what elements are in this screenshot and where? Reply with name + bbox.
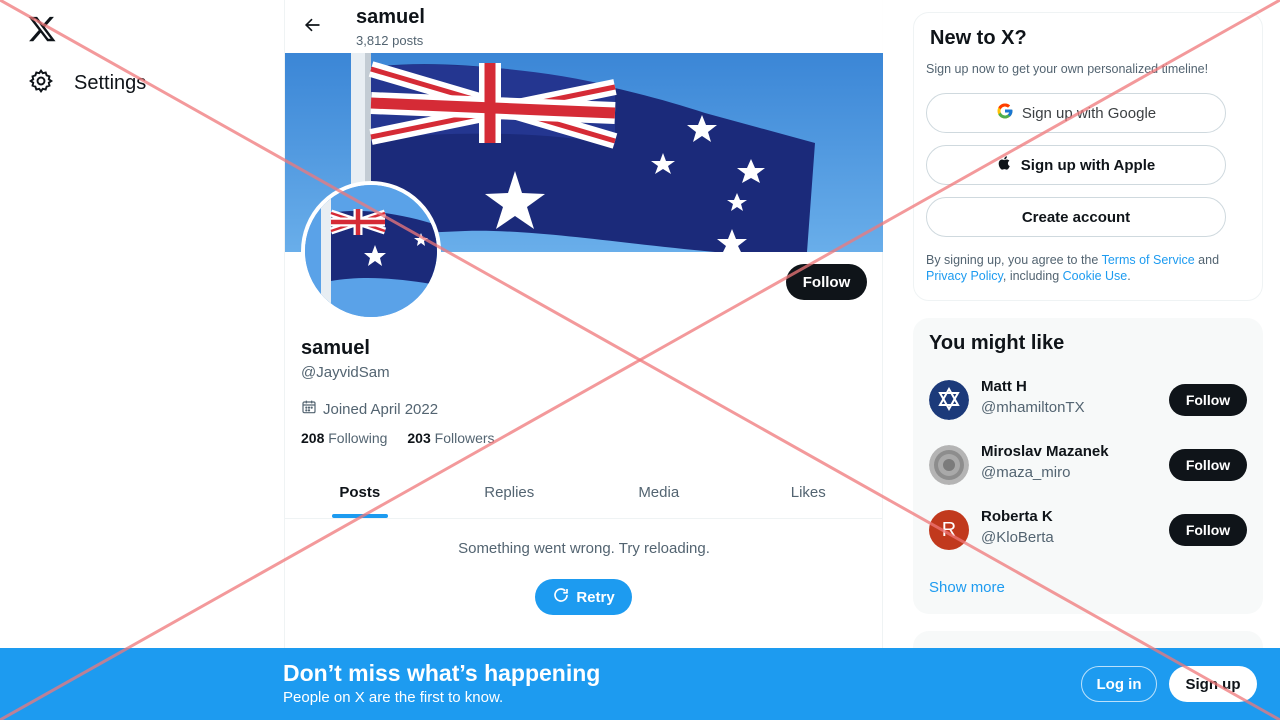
- terms-including: , including: [1002, 269, 1063, 283]
- retry-label: Retry: [576, 588, 615, 606]
- suggestion-name: Roberta K: [981, 508, 1053, 525]
- create-account-button[interactable]: Create account: [926, 197, 1226, 237]
- bottom-bar-subtitle: People on X are the first to know.: [283, 689, 504, 706]
- privacy-policy-link[interactable]: Privacy Policy: [926, 269, 1003, 283]
- apple-icon: [997, 154, 1013, 176]
- profile-tabs: Posts Replies Media Likes: [285, 466, 883, 519]
- suggestion-handle: @KloBerta: [981, 529, 1054, 546]
- nav-settings[interactable]: Settings: [28, 68, 146, 99]
- suggestion-item[interactable]: Miroslav Mazanek @maza_miro Follow: [929, 440, 1247, 490]
- avatar[interactable]: [929, 380, 969, 420]
- profile-header-bar: samuel 3,812 posts: [285, 0, 883, 53]
- left-nav: Settings: [0, 0, 284, 720]
- signup-apple-label: Sign up with Apple: [1020, 156, 1156, 174]
- header-title: samuel: [356, 6, 425, 28]
- terms-prefix: By signing up, you agree to the: [926, 253, 1102, 267]
- followers-link[interactable]: 203 Followers: [407, 430, 494, 446]
- header-posts-count: 3,812 posts: [356, 33, 424, 48]
- followers-count: 203: [407, 430, 431, 446]
- suggestion-handle: @mhamiltonTX: [981, 399, 1085, 416]
- profile-avatar[interactable]: [301, 181, 441, 321]
- suggestion-item[interactable]: R Roberta K @KloBerta Follow: [929, 505, 1247, 555]
- profile-counts: 208 Following 203 Followers: [301, 430, 495, 446]
- tab-replies-label: Replies: [484, 483, 535, 501]
- suggestion-follow-button[interactable]: Follow: [1169, 514, 1247, 546]
- suggestion-item[interactable]: Matt H @mhamiltonTX Follow: [929, 375, 1247, 425]
- signup-apple-button[interactable]: Sign up with Apple: [926, 145, 1226, 185]
- tab-active-indicator: [331, 514, 388, 518]
- signup-google-label: Sign up with Google: [1021, 104, 1157, 122]
- nav-settings-label: Settings: [74, 72, 147, 94]
- new-to-x-card: New to X? Sign up now to get your own pe…: [913, 12, 1263, 301]
- cookie-use-link[interactable]: Cookie Use: [1063, 269, 1128, 283]
- profile-name: samuel: [301, 337, 370, 359]
- signup-button[interactable]: Sign up: [1169, 666, 1257, 702]
- followers-label: Followers: [434, 430, 495, 446]
- arrow-left-icon: [302, 15, 322, 40]
- terms-and: and: [1194, 253, 1220, 267]
- retry-button[interactable]: Retry: [535, 579, 632, 615]
- terms-end: .: [1127, 269, 1131, 283]
- signup-bottom-bar: Don’t miss what’s happening People on X …: [0, 648, 1280, 720]
- profile-joined-text: Joined April 2022: [323, 400, 439, 418]
- back-button[interactable]: [299, 14, 325, 40]
- tab-posts[interactable]: Posts: [285, 466, 435, 518]
- avatar[interactable]: [929, 445, 969, 485]
- follow-button[interactable]: Follow: [786, 264, 867, 300]
- you-might-like-card: You might like Matt H @mhamiltonTX Follo…: [913, 318, 1263, 614]
- calendar-icon: [301, 399, 317, 419]
- avatar[interactable]: R: [929, 510, 969, 550]
- tab-likes-label: Likes: [790, 483, 826, 501]
- tab-likes[interactable]: Likes: [734, 466, 884, 518]
- x-logo-icon[interactable]: [27, 14, 57, 44]
- suggestion-name: Matt H: [981, 378, 1027, 395]
- google-icon: [996, 102, 1014, 124]
- profile-handle: @JayvidSam: [301, 364, 390, 381]
- following-link[interactable]: 208 Following: [301, 430, 387, 446]
- feed-error-message: Something went wrong. Try reloading.: [458, 540, 710, 557]
- new-to-x-title: New to X?: [930, 27, 1027, 49]
- refresh-icon: [552, 586, 570, 608]
- suggestion-follow-button[interactable]: Follow: [1169, 384, 1247, 416]
- terms-of-service-link[interactable]: Terms of Service: [1102, 253, 1195, 267]
- following-count: 208: [301, 430, 325, 446]
- tab-media-label: Media: [638, 483, 680, 501]
- profile-joined: Joined April 2022: [301, 399, 438, 419]
- suggestion-handle: @maza_miro: [981, 464, 1071, 481]
- tab-replies[interactable]: Replies: [435, 466, 585, 518]
- suggestion-follow-button[interactable]: Follow: [1169, 449, 1247, 481]
- signup-terms: By signing up, you agree to the Terms of…: [926, 252, 1251, 284]
- gear-icon: [28, 68, 54, 99]
- suggestion-name: Miroslav Mazanek: [981, 443, 1109, 460]
- bottom-bar-title: Don’t miss what’s happening: [283, 660, 601, 686]
- login-button[interactable]: Log in: [1081, 666, 1157, 702]
- tab-posts-label: Posts: [339, 483, 381, 501]
- following-label: Following: [328, 430, 388, 446]
- signup-google-button[interactable]: Sign up with Google: [926, 93, 1226, 133]
- you-might-like-title: You might like: [929, 332, 1065, 354]
- new-to-x-subtitle: Sign up now to get your own personalized…: [926, 62, 1209, 76]
- tab-media[interactable]: Media: [584, 466, 734, 518]
- show-more-link[interactable]: Show more: [929, 579, 1005, 596]
- profile-column: samuel 3,812 posts Follow samuel @Jayvid…: [284, 0, 883, 720]
